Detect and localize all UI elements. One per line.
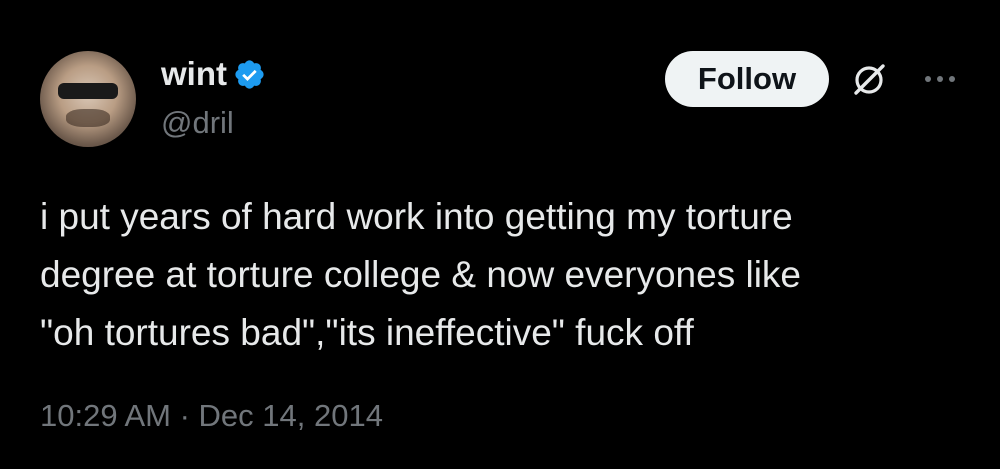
- author-handle[interactable]: @dril: [161, 106, 234, 140]
- tweet-text: i put years of hard work into getting my…: [40, 196, 801, 353]
- tweet-card: wint @dril Follow i put years of hard wo…: [0, 0, 1000, 469]
- tweet-timestamp[interactable]: 10:29 AM · Dec 14, 2014: [40, 398, 383, 434]
- grok-icon[interactable]: [847, 58, 891, 102]
- more-options-icon[interactable]: [920, 64, 960, 94]
- avatar-shadow: [66, 109, 110, 127]
- verified-badge-icon[interactable]: [233, 58, 266, 91]
- follow-button[interactable]: Follow: [665, 51, 829, 107]
- author-display-name[interactable]: wint: [161, 56, 227, 92]
- avatar-glasses: [58, 83, 118, 99]
- avatar[interactable]: [40, 51, 136, 147]
- author-name-row: wint: [161, 56, 266, 92]
